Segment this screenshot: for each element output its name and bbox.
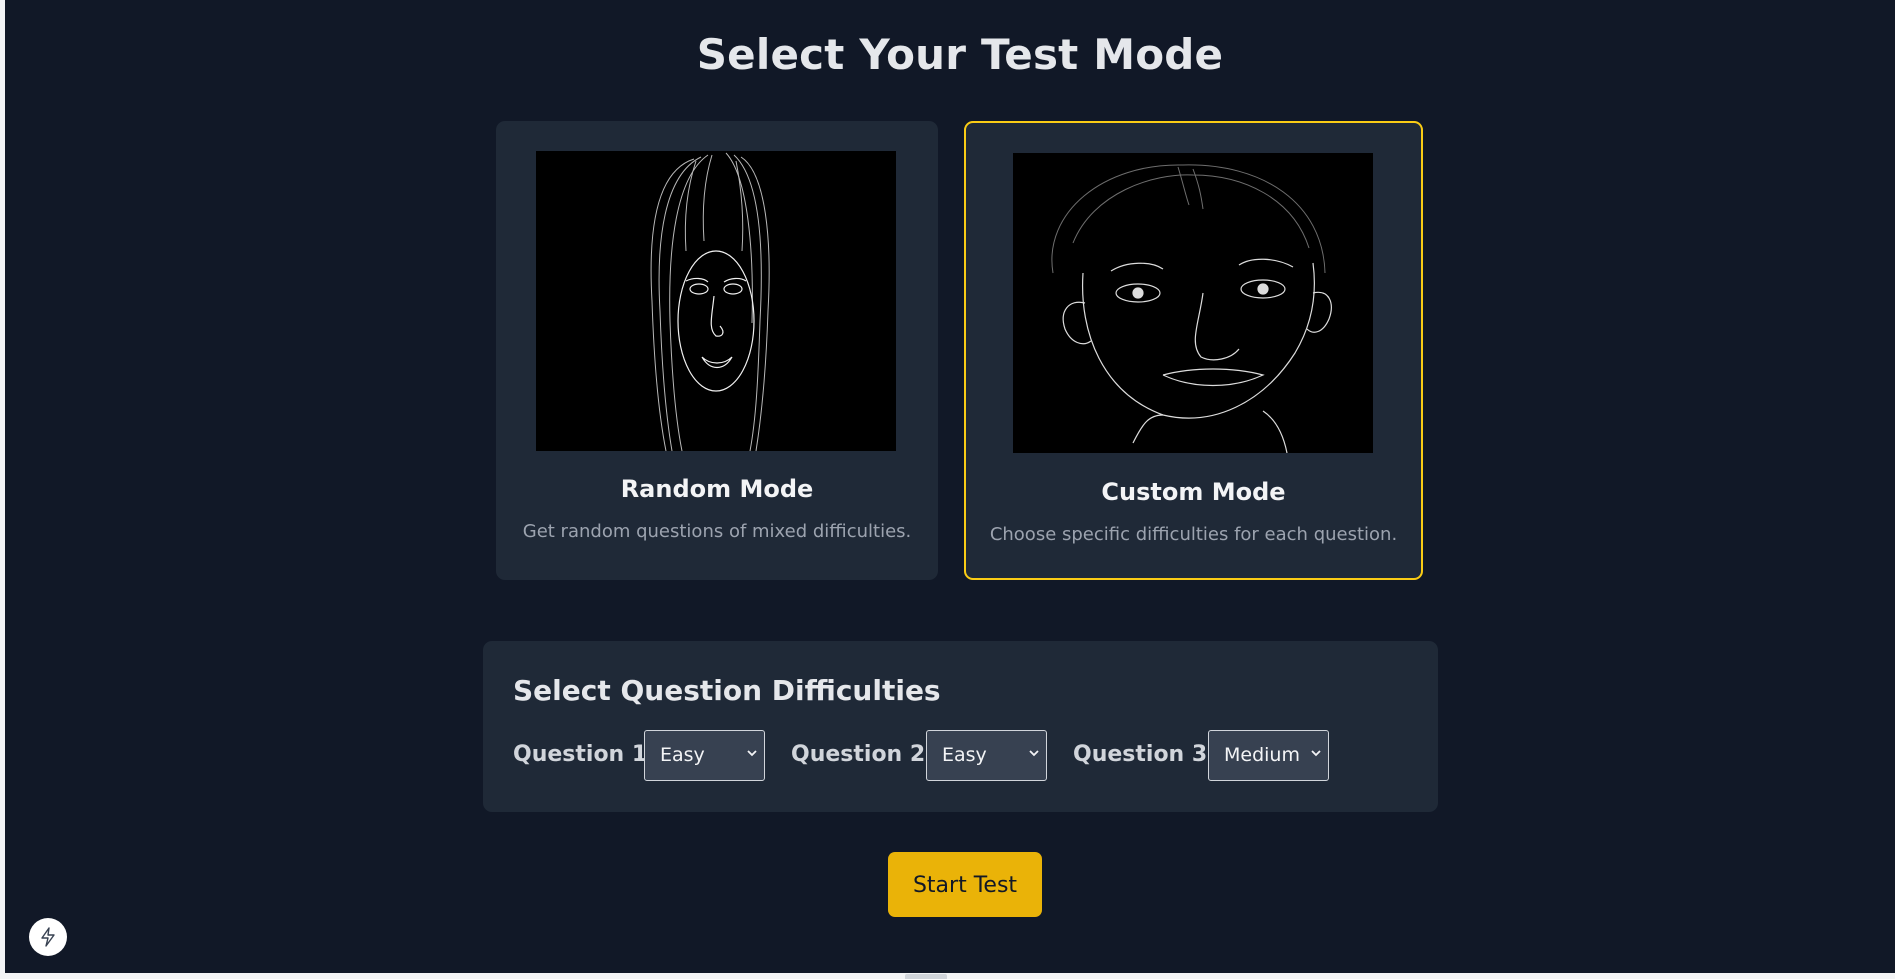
question-2-label: Question 2 [791, 742, 926, 767]
question-2-difficulty-select[interactable]: Easy [926, 730, 1047, 781]
question-3-difficulty-select[interactable]: Medium [1208, 730, 1329, 781]
custom-mode-image [1013, 153, 1373, 453]
chevron-down-icon [747, 750, 757, 757]
question-3-label: Question 3 [1073, 742, 1208, 767]
random-mode-title: Random Mode [620, 475, 814, 503]
custom-mode-title: Custom Mode [1101, 478, 1286, 506]
question-1-difficulty-value: Easy [660, 744, 705, 766]
custom-mode-card[interactable]: Custom Mode Choose specific difficulties… [964, 121, 1423, 580]
random-mode-card[interactable]: Random Mode Get random questions of mixe… [496, 121, 938, 580]
question-2-difficulty-value: Easy [942, 744, 987, 766]
question-1-label: Question 1 [513, 742, 648, 767]
question-3-difficulty-value: Medium [1224, 744, 1300, 766]
chevron-down-icon [1311, 750, 1321, 757]
question-1-difficulty-select[interactable]: Easy [644, 730, 765, 781]
random-mode-image [536, 151, 896, 451]
difficulty-panel-title: Select Question Difficulties [513, 674, 941, 707]
chevron-down-icon [1029, 750, 1039, 757]
page-viewport: Select Your Test Mode Random Mode Get ra… [5, 0, 1895, 973]
start-test-button[interactable]: Start Test [888, 852, 1042, 917]
scrollbar-thumb[interactable] [905, 974, 947, 979]
window-bottom-edge [0, 973, 1895, 979]
random-mode-description: Get random questions of mixed difficulti… [522, 521, 912, 542]
floating-action-button[interactable] [29, 918, 67, 956]
custom-mode-description: Choose specific difficulties for each qu… [989, 524, 1398, 545]
lightning-bolt-icon [41, 927, 55, 947]
page-title: Select Your Test Mode [696, 30, 1224, 79]
difficulty-panel: Select Question Difficulties Question 1 … [483, 641, 1438, 812]
